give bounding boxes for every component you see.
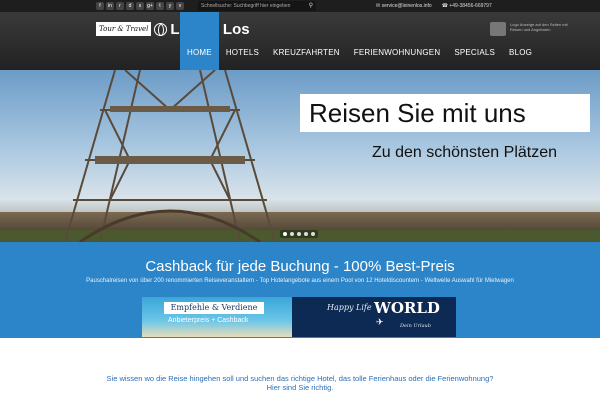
search-icon[interactable]: ⚲ (309, 1, 313, 11)
referral-banner[interactable]: Empfehle & Verdiene Anbieterpreis + Cash… (142, 297, 456, 337)
youtube-icon[interactable]: y (166, 2, 174, 10)
logo-tag: Tour & Travel (96, 22, 152, 36)
hero-headline: Reisen Sie mit uns (300, 94, 590, 132)
intro-line1: Sie wissen wo die Reise hingehen soll un… (106, 374, 494, 383)
search-input[interactable]: Schnellsuche: Suchbegriff hier eingeben … (198, 1, 316, 11)
hero-subline: Zu den schönsten Plätzen (372, 144, 558, 161)
nav-specials[interactable]: SPECIALS (447, 12, 502, 70)
plane-icon: ✈ (376, 317, 384, 327)
banner-world: WORLD (374, 299, 440, 317)
banner-line2: Anbieterpreis + Cashback (168, 317, 249, 324)
email-text: service@leinenlos.info (381, 3, 432, 9)
linkedin-icon[interactable]: in (106, 2, 114, 10)
social-links: f in r d s g+ t y v (96, 2, 184, 10)
nav-ferienwohnungen[interactable]: FERIENWOHNUNGEN (347, 12, 448, 70)
google-plus-icon[interactable]: g+ (146, 2, 154, 10)
email-link[interactable]: ✉ service@leinenlos.info (376, 1, 432, 11)
contact-info: ✉ service@leinenlos.info ☎ +49-38456-669… (376, 1, 492, 11)
vimeo-icon[interactable]: v (176, 2, 184, 10)
search-placeholder: Schnellsuche: Suchbegriff hier eingeben (201, 3, 291, 9)
slider-dot-1[interactable] (283, 232, 287, 236)
main-nav: HOME HOTELS KREUZFAHRTEN FERIENWOHNUNGEN… (180, 12, 539, 70)
intro-text: Sie wissen wo die Reise hingehen soll un… (100, 374, 500, 392)
nav-hotels[interactable]: HOTELS (219, 12, 266, 70)
rss-icon[interactable]: r (116, 2, 124, 10)
skype-icon[interactable]: s (136, 2, 144, 10)
phone-link[interactable]: ☎ +49-38456-669797 (442, 1, 492, 11)
nav-home[interactable]: HOME (180, 12, 219, 70)
topbar: f in r d s g+ t y v Schnellsuche: Suchbe… (0, 0, 600, 12)
slider-dots (280, 230, 318, 238)
hero-slider[interactable]: Reisen Sie mit uns Zu den schönsten Plät… (0, 70, 600, 242)
cashback-section: Cashback für jede Buchung - 100% Best-Pr… (0, 242, 600, 338)
slider-dot-2[interactable] (290, 232, 294, 236)
globe-icon (154, 22, 168, 36)
dribbble-icon[interactable]: d (126, 2, 134, 10)
slider-dot-3[interactable] (297, 232, 301, 236)
intro-line2: Hier sind Sie richtig. (266, 383, 334, 392)
twitter-icon[interactable]: t (156, 2, 164, 10)
cashback-title: Cashback für jede Buchung - 100% Best-Pr… (145, 258, 455, 275)
banner-urlaub: Dein Urlaub (400, 323, 431, 329)
banner-happy: Happy Life (327, 303, 372, 312)
facebook-icon[interactable]: f (96, 2, 104, 10)
nav-kreuzfahrten[interactable]: KREUZFAHRTEN (266, 12, 347, 70)
slider-dot-4[interactable] (304, 232, 308, 236)
slider-dot-5[interactable] (311, 232, 315, 236)
phone-text: +49-38456-669797 (449, 3, 492, 9)
nav-blog[interactable]: BLOG (502, 12, 539, 70)
eiffel-tower-image (64, 70, 276, 242)
cashback-text: Pauschalreisen von über 200 renommierten… (86, 278, 514, 284)
banner-line1: Empfehle & Verdiene (164, 302, 264, 314)
